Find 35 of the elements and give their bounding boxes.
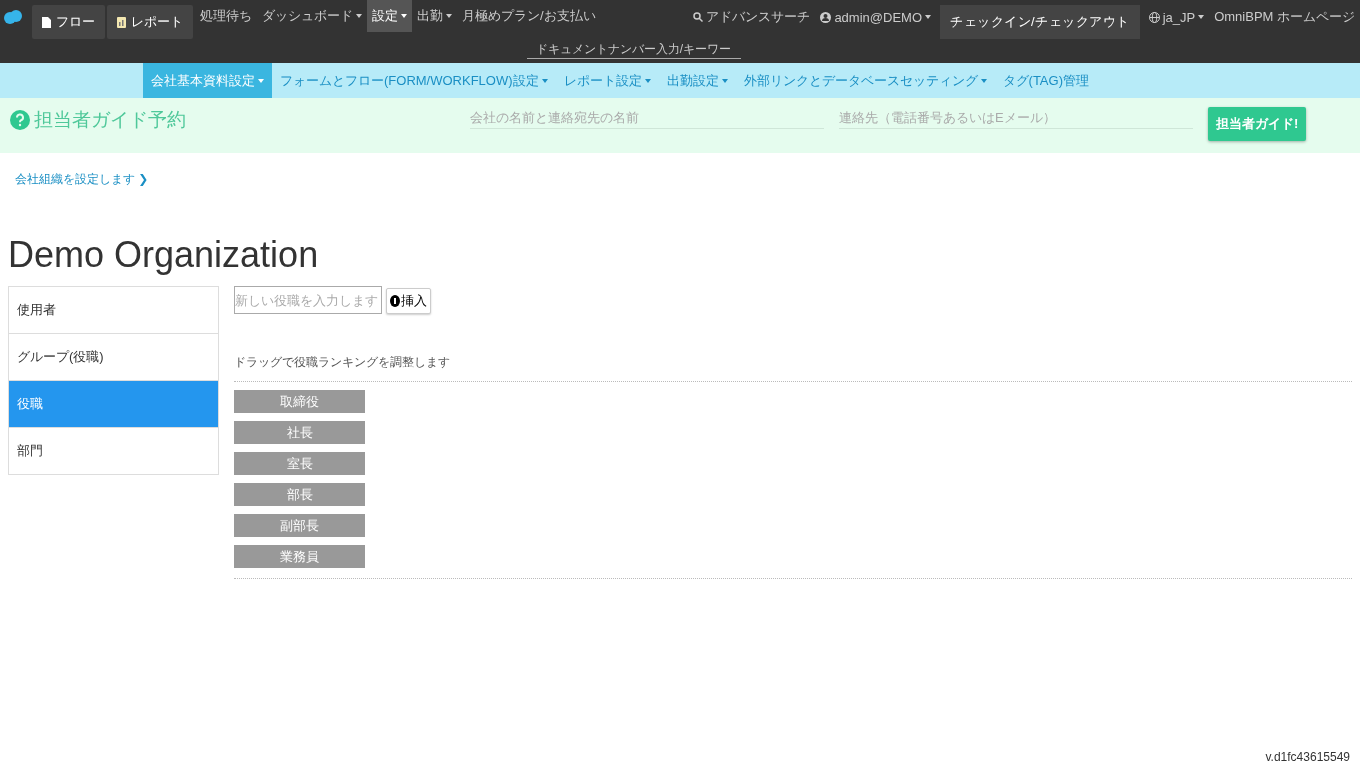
nav-menu-item[interactable]: 設定 bbox=[367, 0, 412, 32]
document-search-field[interactable]: ドキュメントナンバー入力/キーワー bbox=[526, 40, 741, 59]
caret-icon bbox=[925, 15, 931, 19]
version-label: v.d1fc43615549 bbox=[1265, 750, 1351, 766]
nav-menu-item[interactable]: ダッシュボード bbox=[257, 0, 367, 32]
logo-icon[interactable] bbox=[4, 10, 22, 24]
contact-field[interactable]: 連絡先（電話番号あるいはEメール） bbox=[839, 106, 1193, 129]
advanced-search-link[interactable]: アドバンスサーチ bbox=[688, 0, 816, 34]
checkin-button[interactable]: チェックイン/チェックアウト bbox=[940, 5, 1140, 39]
sidebar-item[interactable]: 使用者 bbox=[8, 286, 219, 334]
search-icon bbox=[693, 12, 704, 22]
nav-button[interactable]: フロー bbox=[32, 5, 105, 39]
globe-icon bbox=[1148, 11, 1160, 23]
home-link[interactable]: OmniBPM ホームページ bbox=[1209, 0, 1360, 34]
new-position-field[interactable]: 新しい役職を入力します bbox=[234, 286, 382, 314]
guide-title: 担当者ガイド予約 bbox=[10, 107, 470, 133]
nav-menu-item[interactable]: 月極めプラン/お支払い bbox=[457, 0, 601, 32]
user-menu[interactable]: admin@DEMO bbox=[815, 0, 936, 34]
nav-button[interactable]: レポート bbox=[107, 5, 193, 39]
sidebar-item[interactable]: 部門 bbox=[8, 427, 219, 475]
document-icon bbox=[42, 16, 51, 28]
info-icon bbox=[390, 295, 400, 307]
insert-button[interactable]: 挿入 bbox=[386, 288, 431, 314]
language-menu[interactable]: ja_JP bbox=[1143, 0, 1210, 34]
hint-text: ドラッグで役職ランキングを調整します bbox=[234, 354, 1352, 382]
caret-icon bbox=[1198, 15, 1205, 19]
user-icon bbox=[820, 11, 832, 23]
breadcrumb-link[interactable]: 会社組織を設定します ❯ bbox=[15, 171, 149, 188]
company-name-field[interactable]: 会社の名前と連絡宛先の名前 bbox=[470, 106, 824, 129]
nav-menu-item[interactable]: 処理待ち bbox=[195, 0, 257, 32]
help-icon bbox=[10, 110, 30, 130]
report-icon bbox=[117, 16, 126, 28]
sidebar-item[interactable]: グループ(役職) bbox=[8, 333, 219, 381]
nav-menu-item[interactable]: 出勤 bbox=[412, 0, 457, 32]
page-title: Demo Organization bbox=[8, 234, 320, 276]
